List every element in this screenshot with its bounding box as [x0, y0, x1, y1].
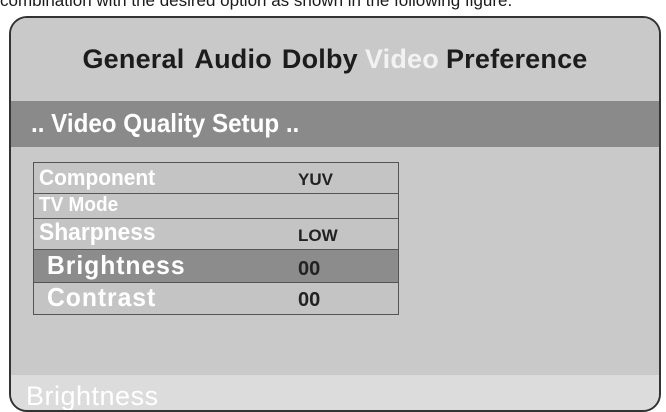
tab-preference[interactable]: Preference — [446, 44, 588, 75]
tab-video[interactable]: Video — [365, 44, 439, 75]
setting-label: Sharpness — [39, 219, 156, 246]
setting-value: 00 — [298, 289, 321, 311]
setting-label: Contrast — [47, 282, 157, 312]
tab-dolby[interactable]: Dolby — [282, 44, 358, 75]
settings-list: Component YUV TV Mode Sharpness LOW Brig… — [33, 162, 399, 315]
setting-label: Component — [39, 165, 156, 190]
status-text: Brightness — [26, 381, 159, 411]
setting-value: 00 — [298, 258, 321, 280]
page-title-bar: .. Video Quality Setup .. — [11, 101, 659, 147]
document-caption: combination with the desired option as s… — [0, 0, 513, 10]
osd-setup-panel: General Audio Dolby Video Preference .. … — [9, 16, 661, 412]
setting-row-component[interactable]: Component YUV — [34, 163, 398, 194]
page-title: .. Video Quality Setup .. — [31, 108, 300, 138]
setup-menu-bar: General Audio Dolby Video Preference — [11, 18, 659, 101]
setting-row-brightness-selected[interactable]: Brightness 00 — [34, 250, 398, 283]
status-bar: Brightness — [11, 375, 659, 411]
setting-value: LOW — [298, 226, 338, 245]
setting-label: TV Mode — [39, 194, 119, 216]
tab-audio[interactable]: Audio — [194, 44, 271, 75]
settings-area: Component YUV TV Mode Sharpness LOW Brig… — [11, 147, 659, 375]
setting-row-sharpness[interactable]: Sharpness LOW — [34, 219, 398, 250]
setting-value: YUV — [298, 170, 333, 189]
tab-general[interactable]: General — [82, 44, 184, 75]
setting-label: Brightness — [47, 250, 186, 280]
setting-row-contrast[interactable]: Contrast 00 — [34, 282, 398, 314]
setting-row-tv-mode[interactable]: TV Mode — [34, 194, 398, 219]
